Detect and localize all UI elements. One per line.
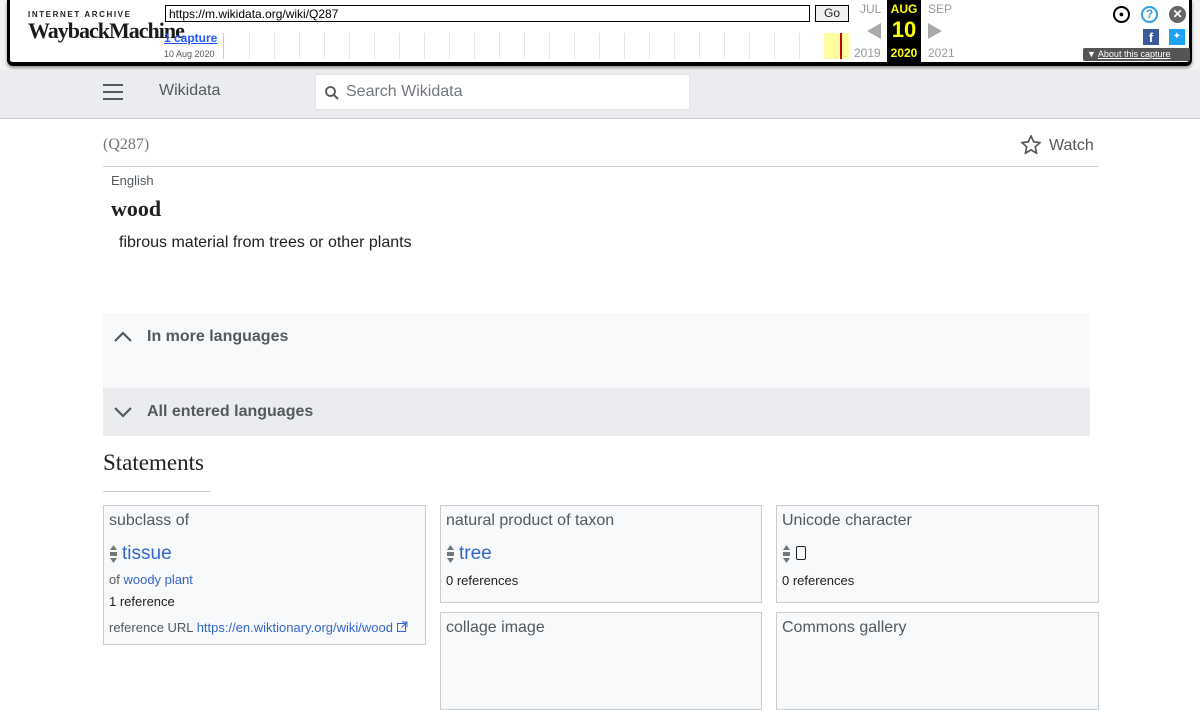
chevron-down-icon	[114, 407, 132, 418]
wayback-prev-month[interactable]: JUL	[860, 2, 881, 16]
wayback-captures-link[interactable]: 1 capture	[164, 31, 217, 45]
sparkline-month-divider	[774, 33, 775, 59]
wayback-next-arrow-icon[interactable]	[928, 23, 942, 39]
wayback-logo[interactable]: INTERNET ARCHIVE WaybackMachine	[28, 10, 185, 50]
section-title: All entered languages	[147, 403, 314, 420]
item-description: fibrous material from trees or other pla…	[119, 234, 412, 251]
sparkline-month-divider	[574, 33, 575, 59]
wayback-prev-year[interactable]: 2019	[854, 46, 881, 60]
statement-card: Unicode character 0 references	[776, 505, 1099, 603]
wayback-current-date: AUG 10 2020	[887, 0, 921, 62]
reference-url: reference URL https://en.wiktionary.org/…	[109, 620, 408, 635]
help-icon[interactable]: ?	[1141, 6, 1158, 23]
sparkline-current-year	[824, 33, 849, 59]
divider	[103, 166, 1098, 167]
references-toggle[interactable]: 1 reference	[109, 594, 175, 609]
watch-label: Watch	[1049, 137, 1094, 154]
facebook-icon[interactable]: f	[1143, 29, 1159, 45]
sparkline-month-divider	[349, 33, 350, 59]
star-icon	[1021, 135, 1041, 155]
wayback-go-button[interactable]: Go	[815, 5, 849, 22]
statements-heading: Statements	[103, 450, 204, 475]
statement-value[interactable]: tree	[459, 543, 492, 565]
sparkline-month-divider	[749, 33, 750, 59]
wayback-toolbar-panel: INTERNET ARCHIVE WaybackMachine Go 1 cap…	[7, 0, 1192, 66]
wayback-capture-date: 10 Aug 2020	[164, 49, 215, 59]
sparkline-month-divider	[499, 33, 500, 59]
statement-card: natural product of taxon tree 0 referenc…	[440, 505, 762, 603]
wayback-sparkline[interactable]	[223, 33, 849, 59]
wayback-cur-day: 10	[891, 17, 917, 42]
wayback-url-input[interactable]	[165, 5, 810, 22]
statement-card: subclass of tissue of woody plant 1 refe…	[103, 505, 426, 645]
section-title: In more languages	[147, 328, 289, 345]
statement-card: Commons gallery	[776, 612, 1099, 710]
sparkline-month-divider	[399, 33, 400, 59]
statement-value[interactable]: tissue	[122, 543, 172, 565]
sparkline-month-divider	[674, 33, 675, 59]
twitter-icon[interactable]: ✦	[1169, 29, 1185, 45]
property-label[interactable]: collage image	[446, 619, 545, 637]
sparkline-month-divider	[624, 33, 625, 59]
external-link-icon	[396, 621, 408, 632]
site-name[interactable]: Wikidata	[159, 82, 220, 100]
sparkline-month-divider	[649, 33, 650, 59]
property-label[interactable]: Commons gallery	[782, 619, 906, 637]
section-all-languages[interactable]: All entered languages	[103, 388, 1090, 436]
sparkline-capture-mark[interactable]	[840, 33, 842, 59]
divider	[103, 491, 210, 492]
rank-icon[interactable]	[782, 544, 791, 564]
wayback-toolbar: INTERNET ARCHIVE WaybackMachine Go 1 cap…	[0, 0, 1200, 70]
sparkline-month-divider	[324, 33, 325, 59]
user-icon[interactable]: ●	[1113, 6, 1130, 23]
sparkline-month-divider	[549, 33, 550, 59]
property-label[interactable]: subclass of	[109, 512, 189, 530]
search-icon	[325, 86, 339, 100]
item-id: (Q287)	[103, 136, 150, 153]
wayback-next-year[interactable]: 2021	[928, 46, 955, 60]
menu-icon[interactable]	[103, 84, 123, 100]
wayback-cur-month: AUG	[890, 2, 918, 16]
item-label: wood	[111, 196, 162, 221]
sparkline-month-divider	[599, 33, 600, 59]
section-more-languages[interactable]: In more languages	[103, 313, 1090, 388]
sparkline-month-divider	[299, 33, 300, 59]
references-toggle[interactable]: 0 references	[782, 573, 854, 588]
qualifier-link-plant[interactable]: plant	[165, 572, 193, 587]
statement-card: collage image	[440, 612, 762, 710]
about-capture-button[interactable]: ▼ About this capture	[1083, 48, 1190, 61]
search-box[interactable]	[315, 74, 690, 110]
rank-icon[interactable]	[109, 544, 118, 564]
sparkline-month-divider	[424, 33, 425, 59]
chevron-up-icon	[114, 331, 132, 342]
sparkline-month-divider	[474, 33, 475, 59]
unicode-glyph	[796, 546, 806, 560]
language-label: English	[111, 173, 154, 188]
property-label[interactable]: natural product of taxon	[446, 512, 614, 530]
close-icon[interactable]: ✕	[1169, 6, 1186, 23]
reference-url-link[interactable]: https://en.wiktionary.org/wiki/wood	[197, 620, 393, 635]
site-header: Wikidata	[0, 70, 1200, 119]
wayback-prev-arrow-icon[interactable]	[867, 23, 881, 39]
rank-icon[interactable]	[446, 544, 455, 564]
search-input[interactable]	[346, 75, 676, 109]
sparkline-month-divider	[799, 33, 800, 59]
wayback-next-month[interactable]: SEP	[928, 2, 952, 16]
references-toggle[interactable]: 0 references	[446, 573, 518, 588]
sparkline-month-divider	[724, 33, 725, 59]
sparkline-month-divider	[374, 33, 375, 59]
sparkline-month-divider	[449, 33, 450, 59]
sparkline-month-divider	[249, 33, 250, 59]
qualifier: of woody plant	[109, 572, 193, 587]
wayback-cur-year: 2020	[890, 46, 918, 60]
sparkline-month-divider	[699, 33, 700, 59]
property-label[interactable]: Unicode character	[782, 512, 912, 530]
sparkline-month-divider	[274, 33, 275, 59]
sparkline-month-divider	[524, 33, 525, 59]
qualifier-link-woody[interactable]: woody	[123, 572, 161, 587]
wayback-logo-main: WaybackMachine	[28, 18, 185, 43]
